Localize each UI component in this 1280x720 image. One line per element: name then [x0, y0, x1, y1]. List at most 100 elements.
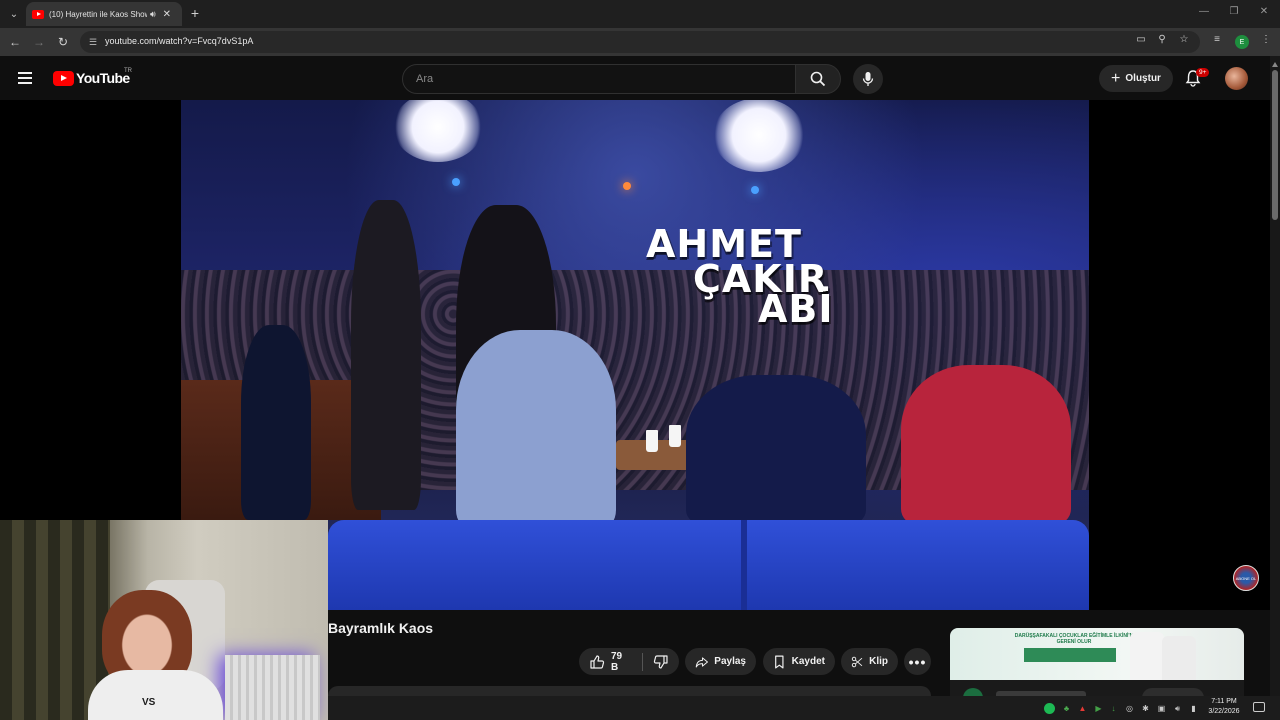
search-input[interactable]: Ara: [402, 64, 796, 94]
profile-avatar[interactable]: E: [1235, 35, 1249, 49]
browser-toolbar: ← → ↻ ☰ youtube.com/watch?v=Fvcq7dvS1pA …: [0, 28, 1280, 56]
browser-tab-active[interactable]: (10) Hayrettin ile Kaos Show 🔊︎ ✕: [26, 2, 182, 26]
url-text: youtube.com/watch?v=Fvcq7dvS1pA: [105, 36, 254, 46]
spotlight: [452, 178, 460, 186]
media-controls-icon[interactable]: ≡: [1210, 32, 1224, 46]
save-button[interactable]: Kaydet: [763, 648, 835, 675]
region-code: TR: [124, 68, 132, 74]
sofa-seam: [741, 520, 747, 610]
subscribe-watermark[interactable]: ABONE OL: [1233, 565, 1259, 591]
back-icon[interactable]: ←: [5, 32, 25, 52]
youtube-favicon-icon: [32, 9, 44, 19]
clock-time: 7:11 PM: [1211, 698, 1237, 705]
seated-boy: [241, 325, 311, 520]
tray-app-icon[interactable]: ✱: [1140, 703, 1151, 714]
tray-app-icon[interactable]: ♣: [1061, 703, 1072, 714]
webcam-overlay: VS: [0, 520, 328, 720]
ad-child-figure: [1162, 636, 1196, 680]
browser-menu-icon[interactable]: ⋮: [1259, 32, 1273, 46]
notification-badge: 9+: [1196, 68, 1210, 77]
site-info-icon[interactable]: ☰: [86, 35, 100, 49]
warning-icon[interactable]: ▲: [1077, 703, 1088, 714]
cast-icon[interactable]: ▭: [1134, 32, 1148, 46]
address-bar[interactable]: ☰ youtube.com/watch?v=Fvcq7dvS1pA: [80, 31, 1200, 53]
new-tab-button[interactable]: +: [188, 5, 202, 21]
youtube-play-icon: [53, 70, 74, 86]
minimize-icon[interactable]: —: [1197, 6, 1211, 17]
like-divider: [642, 652, 644, 671]
ad-banner-image: DARÜŞŞAFAKALI ÇOCUKLAR EĞİTİMLE İLKİNİ'N…: [950, 628, 1244, 680]
share-label: Paylaş: [714, 656, 746, 667]
network-icon[interactable]: ▣: [1156, 703, 1167, 714]
shirt-print: VS: [142, 697, 156, 708]
seated-audience-member: [686, 375, 866, 525]
dislike-icon[interactable]: [653, 654, 669, 670]
reload-icon[interactable]: ↻: [53, 32, 73, 52]
spotlight: [623, 182, 631, 190]
zoom-icon[interactable]: ⚲: [1155, 32, 1169, 46]
play-tray-icon[interactable]: ▶: [1093, 703, 1104, 714]
stage-light-right: [713, 100, 805, 172]
volume-icon[interactable]: 🔊︎: [1172, 703, 1183, 714]
blue-sofa: [328, 520, 1089, 610]
overlay-name-line3: ABİ: [758, 287, 834, 331]
download-icon[interactable]: ↓: [1108, 703, 1119, 714]
like-count[interactable]: 79 B: [611, 651, 632, 673]
create-label: Oluştur: [1125, 73, 1161, 84]
forward-icon[interactable]: →: [29, 32, 49, 52]
like-dislike-group: 79 B: [579, 648, 679, 675]
video-title: Bayramlık Kaos: [328, 620, 434, 636]
scroll-thumb[interactable]: [1272, 70, 1278, 220]
search-placeholder: Ara: [416, 73, 434, 85]
voice-search-button[interactable]: [853, 64, 883, 94]
account-avatar[interactable]: [1225, 67, 1248, 90]
search-button[interactable]: [795, 64, 841, 94]
stage-light-left: [393, 100, 483, 162]
tab-close-icon[interactable]: ✕: [163, 9, 171, 20]
tab-audio-icon[interactable]: 🔊︎: [150, 9, 156, 20]
seated-audience-member: [456, 330, 616, 530]
ad-subtext-block: [1024, 648, 1116, 662]
mic-tray-icon[interactable]: ▮: [1188, 703, 1199, 714]
microphone-icon: [862, 72, 874, 86]
more-horizontal-icon: •••: [908, 653, 927, 670]
youtube-header: YouTube TR Ara + Oluştur 9+: [0, 56, 1270, 100]
cup: [646, 430, 658, 452]
ad-headline: DARÜŞŞAFAKALI ÇOCUKLAR EĞİTİMLE İLKİNİ'N…: [1014, 633, 1134, 646]
search-icon: [810, 71, 826, 87]
scissors-icon: [851, 656, 863, 667]
ad-child-figure: [1130, 632, 1164, 680]
spotlight: [751, 186, 759, 194]
window-close-icon[interactable]: ✕: [1257, 6, 1271, 17]
windows-taskbar: [328, 696, 1280, 720]
clip-label: Klip: [869, 656, 888, 667]
clock-date: 3/22/2026: [1208, 708, 1240, 715]
cup: [669, 425, 681, 447]
tab-title: (10) Hayrettin ile Kaos Show: [49, 9, 147, 19]
tab-search-icon[interactable]: ⌄: [4, 4, 24, 24]
clip-button[interactable]: Klip: [841, 648, 898, 675]
restore-icon[interactable]: ❐: [1227, 6, 1241, 17]
logo-text: YouTube: [76, 70, 130, 86]
streamer-shirt: [88, 670, 223, 720]
notification-center-icon[interactable]: [1253, 702, 1265, 712]
bookmark-star-icon[interactable]: ☆: [1177, 32, 1191, 46]
create-button[interactable]: + Oluştur: [1099, 65, 1173, 92]
standing-man: [351, 200, 421, 510]
more-actions-button[interactable]: •••: [904, 648, 931, 675]
tray-app-icon[interactable]: ◎: [1124, 703, 1135, 714]
share-button[interactable]: Paylaş: [685, 648, 756, 675]
scroll-up-icon[interactable]: [1272, 62, 1278, 67]
like-icon[interactable]: [589, 654, 605, 670]
seated-audience-member: [901, 365, 1071, 525]
screen: ⌄ (10) Hayrettin ile Kaos Show 🔊︎ ✕ + — …: [0, 0, 1280, 720]
browser-tab-strip: ⌄ (10) Hayrettin ile Kaos Show 🔊︎ ✕ + — …: [0, 0, 1280, 28]
taskbar-clock[interactable]: 7:11 PM 3/22/2026: [1205, 697, 1243, 717]
radiator: [225, 655, 320, 720]
menu-icon[interactable]: [18, 71, 34, 85]
youtube-logo[interactable]: YouTube: [53, 70, 130, 86]
bookmark-icon: [775, 655, 784, 668]
spotify-icon[interactable]: [1044, 703, 1055, 714]
save-label: Kaydet: [791, 656, 825, 667]
page-scrollbar[interactable]: [1270, 56, 1280, 696]
